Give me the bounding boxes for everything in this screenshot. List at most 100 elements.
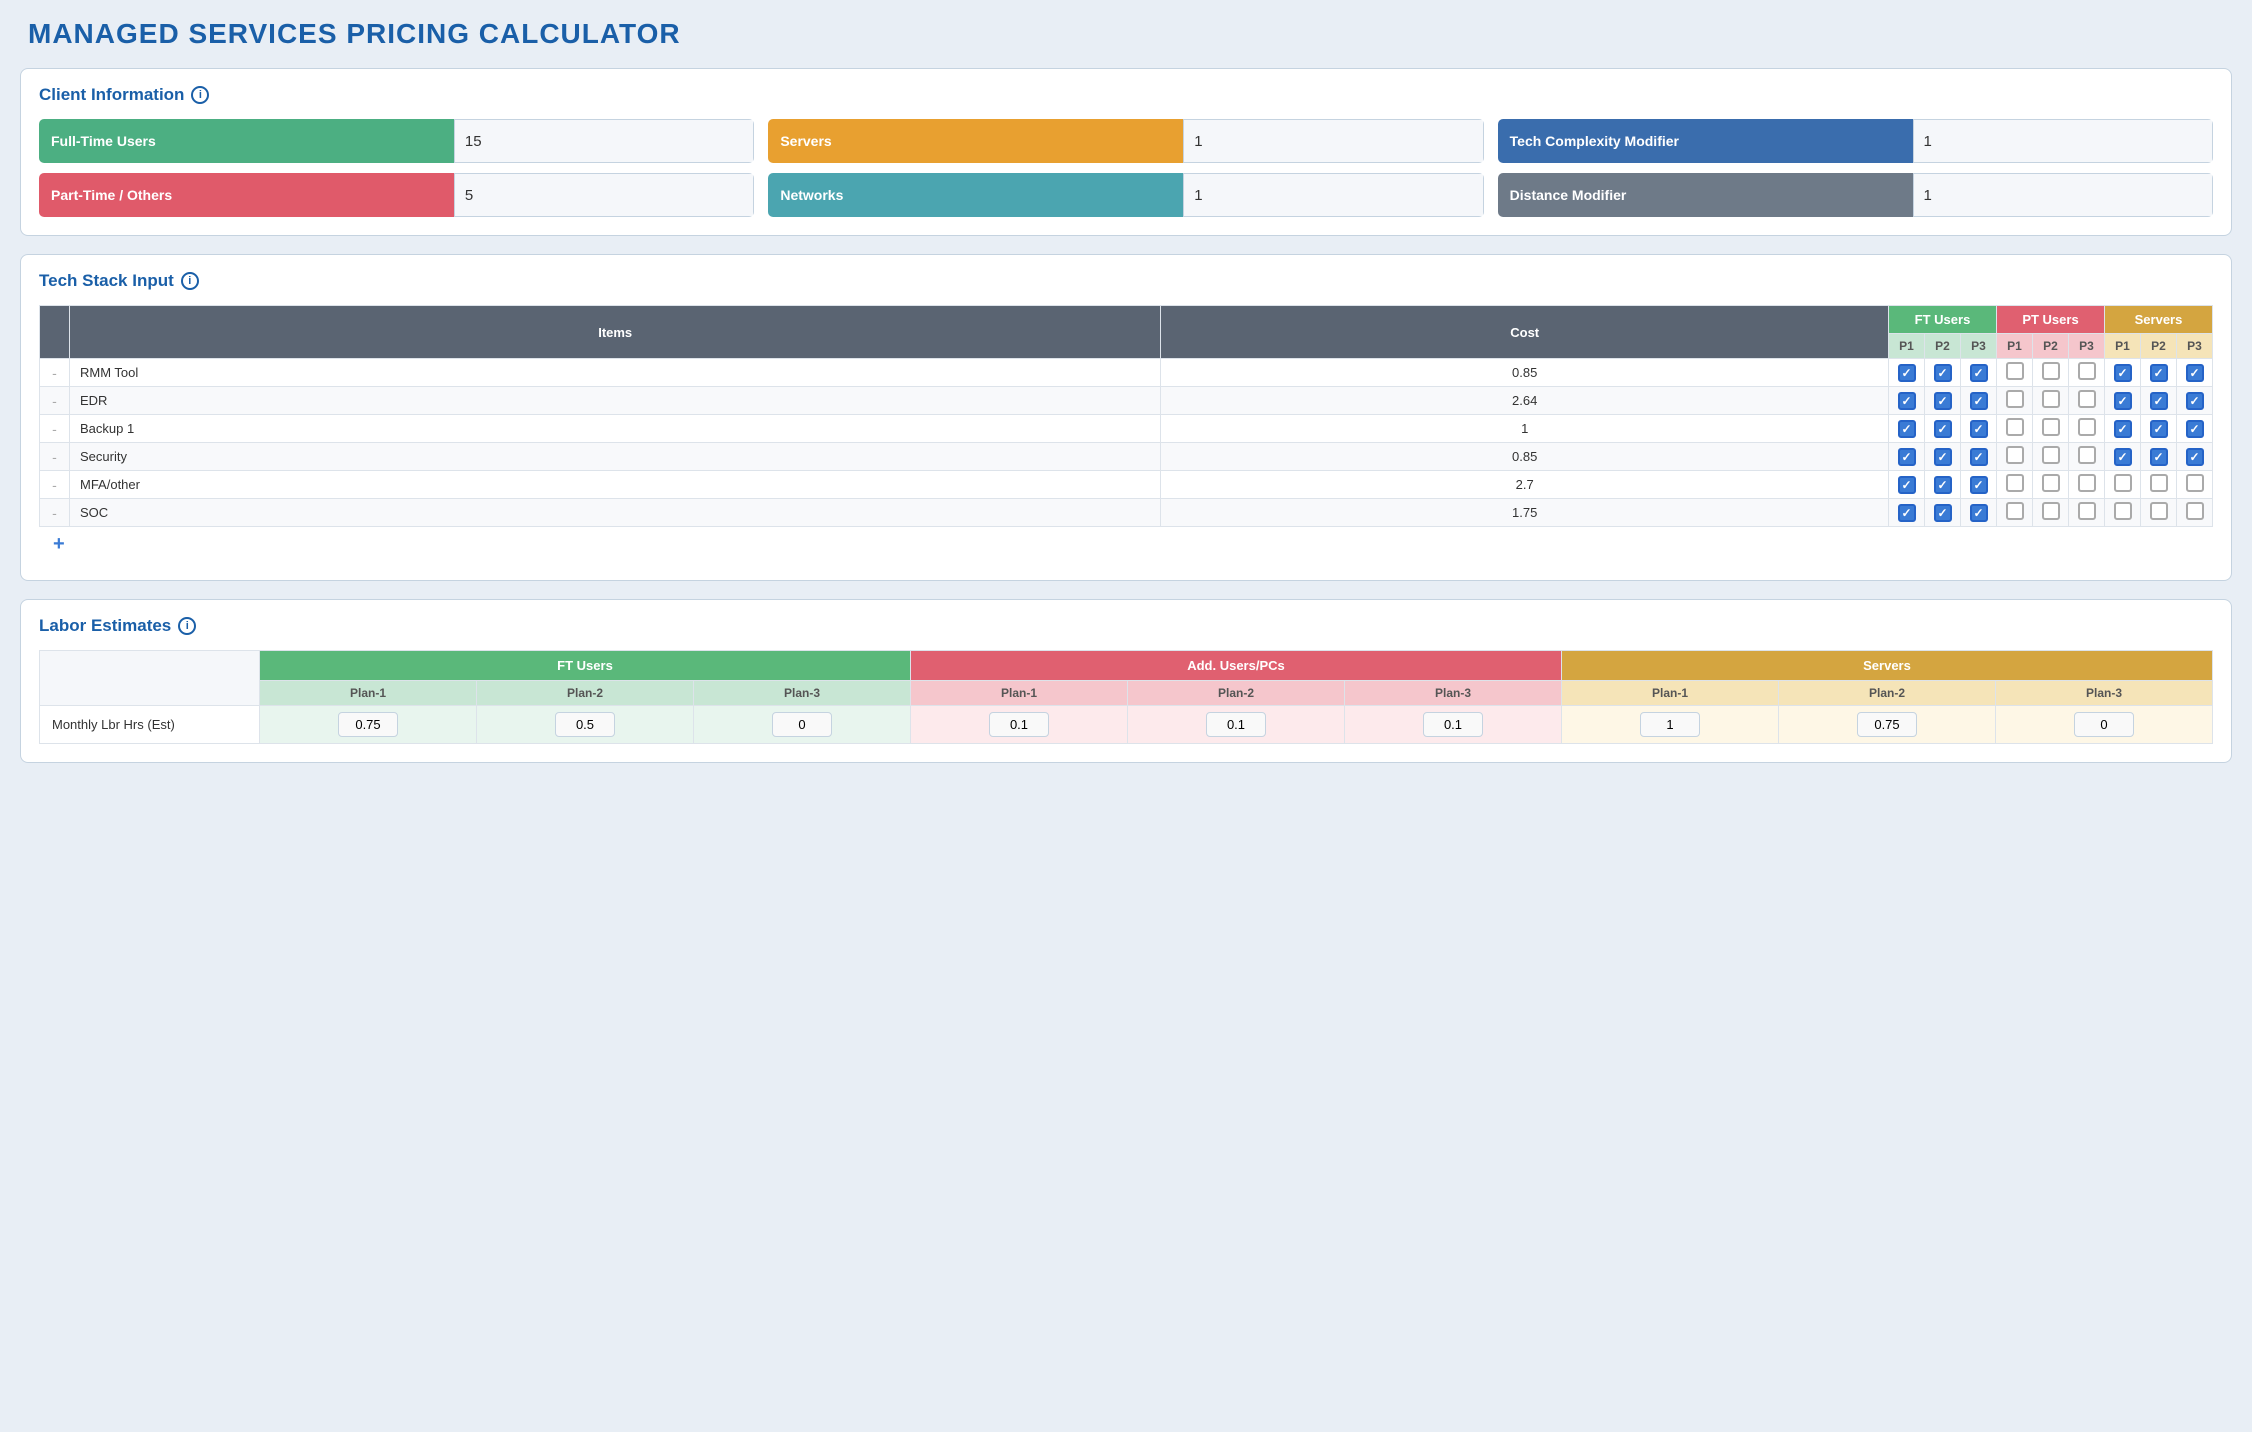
sv-checkbox-0-2[interactable] <box>2177 359 2213 387</box>
row-dash[interactable]: - <box>40 443 70 471</box>
tech-stack-info-icon[interactable]: i <box>181 272 199 290</box>
pt-checkbox-0-1[interactable] <box>2033 359 2069 387</box>
client-value-5[interactable] <box>1913 173 2213 217</box>
pt-checkbox-5-1[interactable] <box>2033 499 2069 527</box>
ft-checkbox-1-1[interactable] <box>1925 387 1961 415</box>
pt-checkbox-1-0[interactable] <box>1997 387 2033 415</box>
labor-ft-0-2[interactable] <box>694 706 911 744</box>
client-value-4[interactable] <box>1183 173 1483 217</box>
row-cost: 0.85 <box>1161 359 1889 387</box>
client-label-1: Servers <box>768 119 1183 163</box>
ft-checkbox-0-2[interactable] <box>1961 359 1997 387</box>
ft-checkbox-4-1[interactable] <box>1925 471 1961 499</box>
sv-checkbox-4-0[interactable] <box>2105 471 2141 499</box>
pt-checkbox-1-2[interactable] <box>2069 387 2105 415</box>
row-dash[interactable]: - <box>40 471 70 499</box>
sv-checkbox-5-0[interactable] <box>2105 499 2141 527</box>
row-item-name: RMM Tool <box>70 359 1161 387</box>
ft-checkbox-0-0[interactable] <box>1889 359 1925 387</box>
tech-stack-title: Tech Stack Input i <box>39 271 2213 291</box>
ft-checkbox-2-1[interactable] <box>1925 415 1961 443</box>
pt-checkbox-0-0[interactable] <box>1997 359 2033 387</box>
row-cost: 2.64 <box>1161 387 1889 415</box>
pt-checkbox-4-0[interactable] <box>1997 471 2033 499</box>
client-value-3[interactable] <box>454 173 754 217</box>
sv-checkbox-3-2[interactable] <box>2177 443 2213 471</box>
pt-checkbox-4-2[interactable] <box>2069 471 2105 499</box>
client-value-2[interactable] <box>1913 119 2213 163</box>
ft-checkbox-1-0[interactable] <box>1889 387 1925 415</box>
ft-checkbox-4-0[interactable] <box>1889 471 1925 499</box>
row-dash[interactable]: - <box>40 359 70 387</box>
pt-checkbox-3-2[interactable] <box>2069 443 2105 471</box>
table-row: -RMM Tool0.85 <box>40 359 2213 387</box>
sv-checkbox-3-1[interactable] <box>2141 443 2177 471</box>
ft-checkbox-3-0[interactable] <box>1889 443 1925 471</box>
table-row: -EDR2.64 <box>40 387 2213 415</box>
labor-row: Monthly Lbr Hrs (Est) <box>40 706 2213 744</box>
pt-checkbox-2-0[interactable] <box>1997 415 2033 443</box>
row-dash[interactable]: - <box>40 415 70 443</box>
ft-checkbox-4-2[interactable] <box>1961 471 1997 499</box>
sv-checkbox-0-1[interactable] <box>2141 359 2177 387</box>
ft-checkbox-5-1[interactable] <box>1925 499 1961 527</box>
labor-ft-0-1[interactable] <box>477 706 694 744</box>
pt-checkbox-2-1[interactable] <box>2033 415 2069 443</box>
sv-checkbox-1-2[interactable] <box>2177 387 2213 415</box>
client-label-0: Full-Time Users <box>39 119 454 163</box>
sv-checkbox-4-2[interactable] <box>2177 471 2213 499</box>
ft-checkbox-1-2[interactable] <box>1961 387 1997 415</box>
labor-info-icon[interactable]: i <box>178 617 196 635</box>
sv-checkbox-4-1[interactable] <box>2141 471 2177 499</box>
ft-checkbox-5-2[interactable] <box>1961 499 1997 527</box>
sv-checkbox-3-0[interactable] <box>2105 443 2141 471</box>
client-field-1: Servers <box>768 119 1483 163</box>
client-information-section: Client Information i Full-Time Users Ser… <box>20 68 2232 236</box>
ft-checkbox-2-2[interactable] <box>1961 415 1997 443</box>
pt-checkbox-5-2[interactable] <box>2069 499 2105 527</box>
pt-checkbox-4-1[interactable] <box>2033 471 2069 499</box>
sv-checkbox-5-1[interactable] <box>2141 499 2177 527</box>
sv-checkbox-0-0[interactable] <box>2105 359 2141 387</box>
sv-checkbox-1-1[interactable] <box>2141 387 2177 415</box>
row-dash[interactable]: - <box>40 499 70 527</box>
pt-checkbox-3-1[interactable] <box>2033 443 2069 471</box>
pt-checkbox-5-0[interactable] <box>1997 499 2033 527</box>
sv-checkbox-5-2[interactable] <box>2177 499 2213 527</box>
sv-checkbox-1-0[interactable] <box>2105 387 2141 415</box>
labor-sv-0-0[interactable] <box>1562 706 1779 744</box>
labor-sv-0-1[interactable] <box>1779 706 1996 744</box>
client-field-4: Networks <box>768 173 1483 217</box>
row-cost: 2.7 <box>1161 471 1889 499</box>
row-cost: 1 <box>1161 415 1889 443</box>
row-dash[interactable]: - <box>40 387 70 415</box>
sv-checkbox-2-1[interactable] <box>2141 415 2177 443</box>
labor-add-0-0[interactable] <box>911 706 1128 744</box>
ft-checkbox-2-0[interactable] <box>1889 415 1925 443</box>
labor-estimates-section: Labor Estimates i FT UsersAdd. Users/PCs… <box>20 599 2232 763</box>
ft-checkbox-3-1[interactable] <box>1925 443 1961 471</box>
pt-checkbox-0-2[interactable] <box>2069 359 2105 387</box>
client-field-0: Full-Time Users <box>39 119 754 163</box>
client-label-3: Part-Time / Others <box>39 173 454 217</box>
sv-checkbox-2-0[interactable] <box>2105 415 2141 443</box>
labor-add-0-2[interactable] <box>1345 706 1562 744</box>
labor-ft-0-0[interactable] <box>260 706 477 744</box>
table-row: -MFA/other2.7 <box>40 471 2213 499</box>
client-fields-grid: Full-Time Users Servers Tech Complexity … <box>39 119 2213 217</box>
labor-add-0-1[interactable] <box>1128 706 1345 744</box>
labor-sv-0-2[interactable] <box>1996 706 2213 744</box>
add-row-button[interactable]: + <box>39 527 79 562</box>
pt-checkbox-2-2[interactable] <box>2069 415 2105 443</box>
client-value-1[interactable] <box>1183 119 1483 163</box>
client-info-icon[interactable]: i <box>191 86 209 104</box>
ft-checkbox-5-0[interactable] <box>1889 499 1925 527</box>
pt-checkbox-3-0[interactable] <box>1997 443 2033 471</box>
pt-checkbox-1-1[interactable] <box>2033 387 2069 415</box>
client-value-0[interactable] <box>454 119 754 163</box>
sv-checkbox-2-2[interactable] <box>2177 415 2213 443</box>
ft-checkbox-3-2[interactable] <box>1961 443 1997 471</box>
client-information-title: Client Information i <box>39 85 2213 105</box>
ft-checkbox-0-1[interactable] <box>1925 359 1961 387</box>
row-item-name: Security <box>70 443 1161 471</box>
